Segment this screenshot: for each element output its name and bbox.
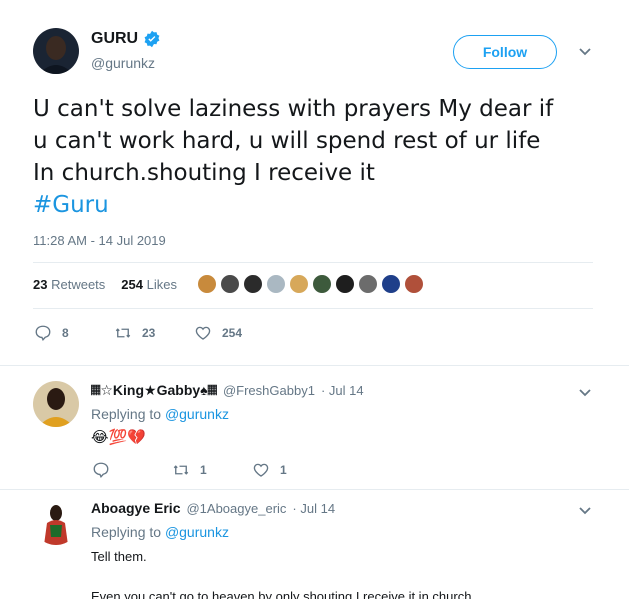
reply-avatar[interactable]: [33, 499, 79, 545]
liker-avatar[interactable]: [219, 273, 241, 295]
heart-icon: [253, 463, 269, 477]
section-divider: [0, 489, 629, 490]
reply-options-chevron-icon[interactable]: [579, 507, 591, 515]
reply-author-handle[interactable]: @1Aboagye_eric: [186, 501, 286, 516]
retweet-count: 23: [142, 326, 156, 340]
divider: [33, 262, 593, 263]
retweet-icon: [173, 465, 189, 475]
liker-avatar[interactable]: [196, 273, 218, 295]
divider: [33, 308, 593, 309]
reply-text: 😂💯💔: [91, 429, 146, 446]
author-name-row[interactable]: GURU: [91, 30, 161, 48]
follow-button[interactable]: Follow: [453, 35, 557, 69]
tweet-timestamp[interactable]: 11:28 AM - 14 Jul 2019: [33, 233, 166, 248]
tweet-text-line: u can't work hard, u will spend rest of …: [33, 128, 541, 154]
reply-action[interactable]: 8: [34, 324, 69, 342]
more-options-chevron-icon[interactable]: [579, 48, 591, 56]
reply-retweet-count: 1: [200, 463, 207, 477]
reply-icon: [93, 462, 109, 478]
author-handle[interactable]: @gurunkz: [91, 55, 155, 71]
reply-text: Tell them.: [91, 549, 147, 564]
reply-reply-action[interactable]: [92, 461, 110, 479]
liker-avatar[interactable]: [288, 273, 310, 295]
reply-author-name[interactable]: 𝄜☆King★Gabby♠𝄜: [91, 382, 217, 399]
reply-header: Aboagye Eric @1Aboagye_eric · Jul 14: [91, 500, 335, 516]
author-avatar[interactable]: [33, 28, 79, 74]
retweets-stat[interactable]: 23 Retweets: [33, 277, 105, 292]
tweet-text-line: In church.shouting I receive it: [33, 160, 375, 186]
verified-badge-icon: [144, 30, 160, 48]
section-divider: [0, 365, 629, 366]
liker-avatar[interactable]: [242, 273, 264, 295]
hashtag-link[interactable]: #Guru: [33, 189, 613, 221]
reply-retweet-action[interactable]: 1: [172, 461, 207, 479]
tweet-text-line: U can't solve laziness with prayers My d…: [33, 96, 554, 122]
liker-avatar[interactable]: [403, 273, 425, 295]
likes-stat[interactable]: 254 Likes: [121, 277, 177, 292]
reply-date[interactable]: · Jul 14: [321, 383, 364, 398]
mention-link[interactable]: @gurunkz: [165, 406, 229, 422]
liker-avatars[interactable]: [196, 273, 425, 295]
retweet-icon: [115, 328, 131, 338]
liker-avatar[interactable]: [334, 273, 356, 295]
replying-to: Replying to @gurunkz: [91, 524, 229, 540]
tweet-stats: 23 Retweets 254 Likes: [33, 277, 177, 292]
author-name[interactable]: GURU: [91, 30, 138, 48]
mention-link[interactable]: @gurunkz: [165, 524, 229, 540]
liker-avatar[interactable]: [380, 273, 402, 295]
reply-date[interactable]: · Jul 14: [292, 501, 335, 516]
reply-options-chevron-icon[interactable]: [579, 389, 591, 397]
reply-like-count: 1: [280, 463, 287, 477]
heart-icon: [195, 326, 211, 340]
replying-to: Replying to @gurunkz: [91, 406, 229, 422]
like-count: 254: [222, 326, 243, 340]
reply-avatar[interactable]: [33, 381, 79, 427]
reply-author-name[interactable]: Aboagye Eric: [91, 500, 180, 516]
reply-icon: [35, 325, 51, 341]
reply-text: Even you can't go to heaven by only shou…: [91, 589, 472, 599]
tweet-text: U can't solve laziness with prayers My d…: [33, 93, 613, 221]
reply-count: 8: [62, 326, 69, 340]
reply-author-handle[interactable]: @FreshGabby1: [223, 383, 315, 398]
reply-like-action[interactable]: 1: [252, 461, 287, 479]
liker-avatar[interactable]: [265, 273, 287, 295]
reply-header: 𝄜☆King★Gabby♠𝄜 @FreshGabby1 · Jul 14: [91, 382, 364, 399]
liker-avatar[interactable]: [311, 273, 333, 295]
liker-avatar[interactable]: [357, 273, 379, 295]
retweet-action[interactable]: 23: [114, 324, 155, 342]
like-action[interactable]: 254: [194, 324, 242, 342]
